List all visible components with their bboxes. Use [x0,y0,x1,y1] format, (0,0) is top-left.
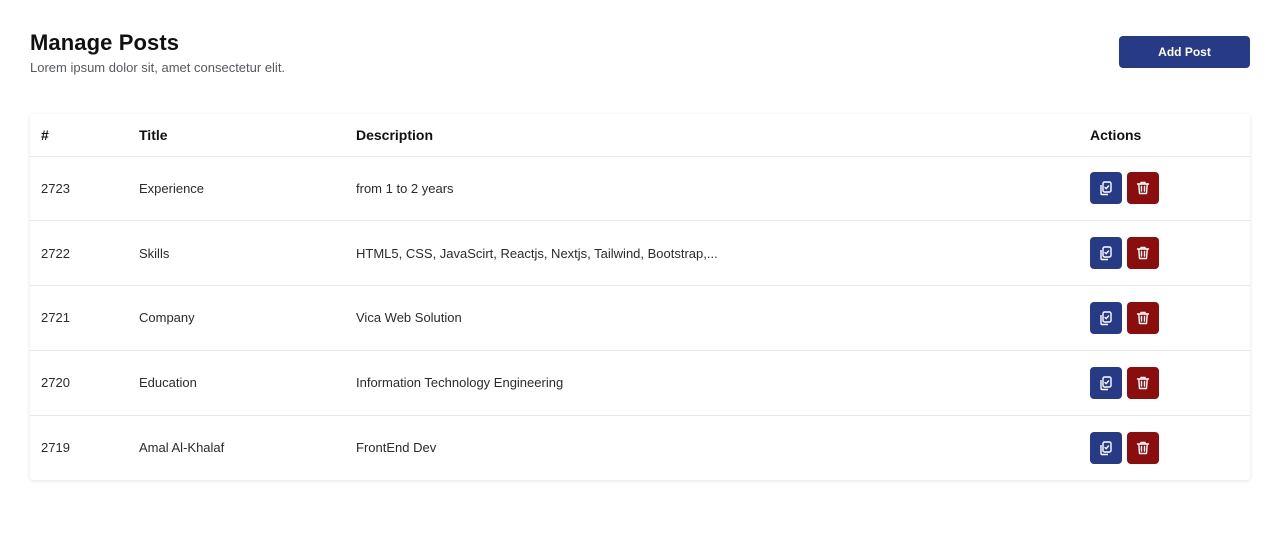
copy-button[interactable] [1090,301,1122,334]
row-id: 2720 [41,375,70,391]
row-id: 2721 [41,310,70,326]
copy-button[interactable] [1090,431,1122,464]
trash-icon [1136,182,1150,195]
copy-icon [1100,246,1112,261]
trash-icon [1136,376,1150,389]
column-header-actions: Actions [1090,126,1142,143]
table-row: 2723 Experience from 1 to 2 years [30,156,1250,221]
row-description: HTML5, CSS, JavaScirt, Reactjs, Nextjs, … [356,245,718,261]
copy-icon [1100,376,1112,390]
page-header: Manage Posts Lorem ipsum dolor sit, amet… [30,30,285,75]
row-title: Education [139,375,197,391]
page-subtitle: Lorem ipsum dolor sit, amet consectetur … [30,60,286,75]
posts-table-card: # Title Description Actions 2723 Experie… [30,114,1250,480]
row-actions [1079,350,1250,415]
copy-button[interactable] [1090,172,1122,205]
trash-icon [1136,311,1150,325]
table-row: 2719 Amal Al-Khalaf FrontEnd Dev [30,415,1250,480]
table-row: 2721 Company Vica Web Solution [30,285,1250,351]
table-header-row: # Title Description Actions [30,114,1250,156]
page-title: Manage Posts [30,30,180,55]
row-title: Skills [139,245,170,261]
delete-button[interactable] [1127,431,1159,464]
row-title: Amal Al-Khalaf [139,440,225,456]
copy-button[interactable] [1090,366,1122,399]
row-description: FrontEnd Dev [356,440,437,456]
row-actions [1079,156,1250,221]
row-description: Vica Web Solution [356,310,462,326]
row-description: Information Technology Engineering [356,375,564,391]
delete-button[interactable] [1127,237,1159,270]
row-title: Experience [139,180,205,196]
table-row: 2720 Education Information Technology En… [30,350,1250,415]
column-header-id: # [41,126,49,143]
column-header-title: Title [139,126,168,143]
copy-icon [1100,181,1112,196]
column-header-description: Description [356,126,434,143]
copy-button[interactable] [1090,237,1122,270]
copy-icon [1100,441,1112,456]
row-actions [1079,415,1250,480]
row-title: Company [139,310,195,326]
row-id: 2722 [41,245,70,261]
trash-icon [1136,246,1150,260]
trash-icon [1136,441,1150,455]
delete-button[interactable] [1127,301,1159,334]
posts-table: # Title Description Actions 2723 Experie… [30,114,1250,480]
row-description: from 1 to 2 years [356,180,454,196]
delete-button[interactable] [1127,172,1159,205]
table-row: 2722 Skills HTML5, CSS, JavaScirt, React… [30,220,1250,286]
delete-button[interactable] [1127,366,1159,399]
add-post-button[interactable]: Add Post [1119,36,1250,68]
row-actions [1079,286,1250,351]
row-id: 2723 [41,180,70,196]
copy-icon [1100,311,1112,326]
row-id: 2719 [41,440,70,456]
row-actions [1079,221,1250,286]
